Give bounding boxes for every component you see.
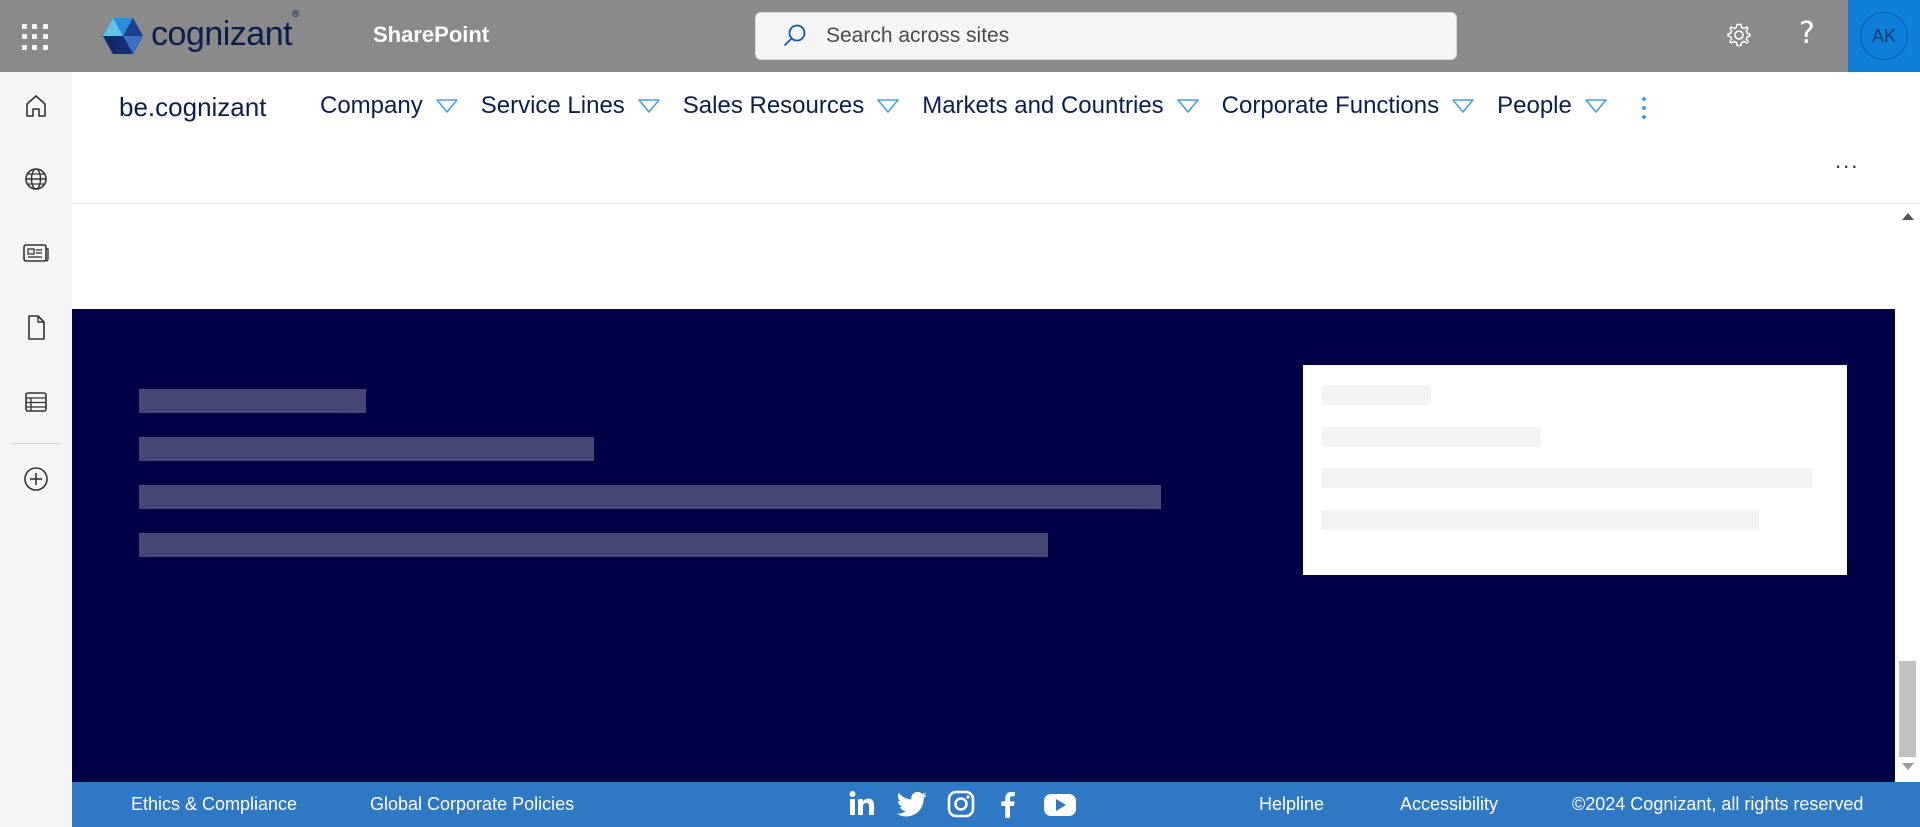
facebook-icon[interactable]: [996, 789, 1020, 824]
nav-label: Company: [320, 92, 423, 119]
youtube-icon[interactable]: [1043, 789, 1077, 824]
gear-icon[interactable]: [1726, 22, 1752, 53]
instagram-icon[interactable]: [946, 789, 976, 824]
site-title[interactable]: be.cognizant: [119, 92, 266, 123]
nav-item-service-lines[interactable]: Service Lines: [481, 92, 661, 120]
twitter-icon[interactable]: [896, 789, 928, 824]
search-icon: [784, 24, 806, 46]
chevron-down-icon: [1452, 99, 1474, 113]
scroll-up-arrow-icon[interactable]: [1902, 213, 1914, 220]
nav-label: Markets and Countries: [922, 92, 1164, 119]
more-actions-button[interactable]: ...: [1835, 148, 1859, 174]
app-launcher-icon[interactable]: [22, 24, 48, 50]
page-scrollbar[interactable]: [1895, 205, 1920, 782]
scrollbar-thumb[interactable]: [1899, 661, 1916, 757]
add-icon[interactable]: [20, 463, 52, 495]
brand-name: cognizant®: [151, 8, 299, 53]
nav-label: Corporate Functions: [1221, 92, 1440, 119]
skeleton-line: [1322, 427, 1541, 447]
chevron-down-icon: [877, 99, 900, 113]
nav-label: Sales Resources: [682, 92, 865, 119]
loading-card: [1303, 365, 1847, 575]
loading-banner: [72, 309, 1895, 782]
help-icon[interactable]: ?: [1799, 16, 1815, 51]
avatar: AK: [1860, 12, 1908, 60]
home-icon[interactable]: [20, 90, 52, 122]
site-footer: Ethics & Compliance Global Corporate Pol…: [72, 782, 1920, 827]
chevron-down-icon: [1176, 99, 1199, 113]
nav-item-sales-resources[interactable]: Sales Resources: [683, 92, 900, 120]
nav-label: Service Lines: [480, 92, 625, 119]
news-icon[interactable]: [20, 237, 52, 269]
cognizant-logo-mark-icon: [103, 18, 143, 54]
skeleton-line: [1322, 510, 1759, 530]
skeleton-line: [139, 485, 1161, 509]
linkedin-icon[interactable]: [847, 789, 877, 824]
list-icon[interactable]: [20, 386, 52, 418]
skeleton-line: [139, 389, 366, 413]
globe-icon[interactable]: [20, 163, 52, 195]
skeleton-line: [139, 533, 1048, 557]
chevron-down-icon: [637, 99, 660, 113]
document-icon[interactable]: [20, 312, 52, 344]
hub-navigation: Company Service Lines Sales Resources Ma…: [320, 92, 1630, 120]
rail-divider: [12, 443, 60, 444]
footer-link-accessibility[interactable]: Accessibility: [1400, 794, 1498, 815]
app-name[interactable]: SharePoint: [373, 22, 489, 48]
nav-item-company[interactable]: Company: [320, 92, 459, 120]
account-button[interactable]: AK: [1848, 0, 1920, 72]
nav-item-people[interactable]: People: [1497, 92, 1608, 120]
skeleton-line: [1322, 385, 1431, 405]
nav-item-corporate-functions[interactable]: Corporate Functions: [1222, 92, 1475, 120]
search-input[interactable]: Search across sites: [755, 12, 1457, 60]
suite-header: cognizant® SharePoint Search across site…: [0, 0, 1920, 72]
nav-item-markets-and-countries[interactable]: Markets and Countries: [922, 92, 1199, 120]
cognizant-logo[interactable]: cognizant®: [101, 8, 299, 56]
copyright-text: ©2024 Cognizant, all rights reserved: [1572, 794, 1864, 814]
chevron-down-icon: [1585, 99, 1607, 113]
app-bar: [0, 72, 72, 827]
footer-link-ethics[interactable]: Ethics & Compliance: [131, 794, 297, 815]
search-placeholder: Search across sites: [826, 24, 1010, 47]
page-content: [72, 205, 1895, 309]
nav-overflow-icon[interactable]: [1640, 96, 1648, 125]
chevron-down-icon: [435, 99, 458, 113]
nav-label: People: [1497, 92, 1572, 119]
footer-link-policies[interactable]: Global Corporate Policies: [370, 794, 574, 815]
scroll-down-arrow-icon[interactable]: [1902, 763, 1914, 770]
site-header: be.cognizant Company Service Lines Sales…: [72, 72, 1920, 204]
skeleton-line: [139, 437, 594, 461]
skeleton-line: [1322, 468, 1813, 488]
footer-link-helpline[interactable]: Helpline: [1259, 794, 1324, 815]
